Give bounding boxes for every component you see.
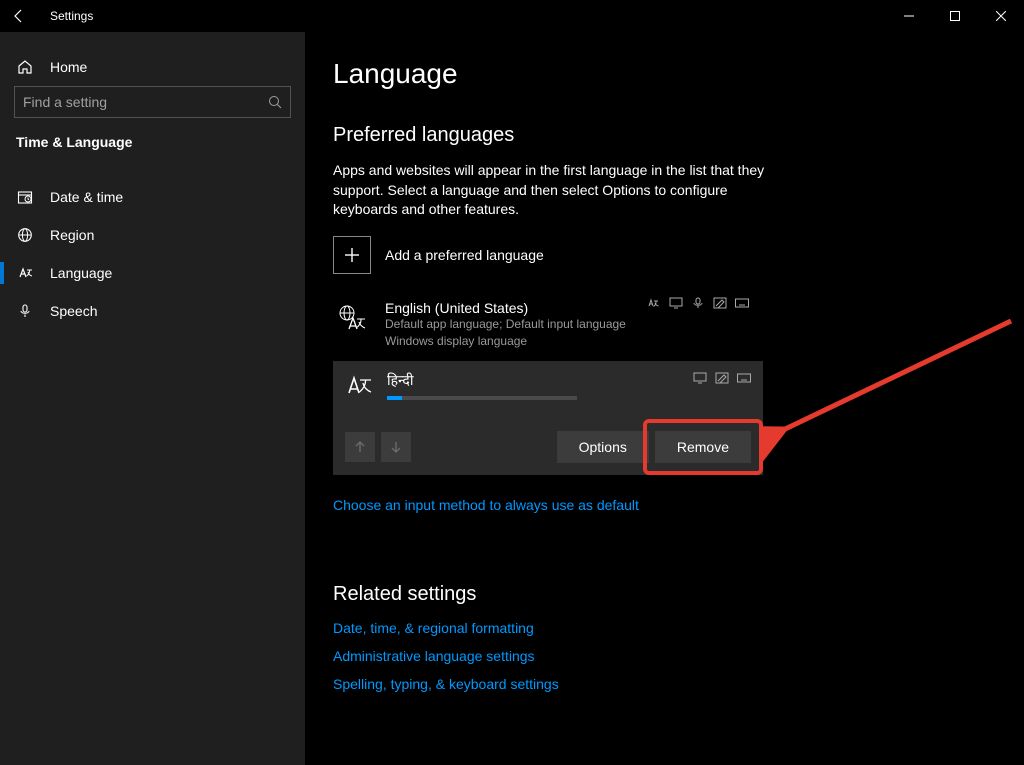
nav-category: Time & Language	[0, 126, 305, 166]
options-button[interactable]: Options	[557, 431, 649, 463]
home-icon	[16, 58, 34, 76]
speech-icon	[691, 296, 705, 308]
page-title: Language	[333, 58, 1024, 90]
content: Language Preferred languages Apps and we…	[305, 32, 1024, 765]
microphone-icon	[16, 302, 34, 320]
download-progress	[387, 396, 577, 400]
nav-speech[interactable]: Speech	[0, 292, 305, 330]
preferred-heading: Preferred languages	[333, 124, 1024, 147]
globe-icon	[16, 226, 34, 244]
nav-item-label: Region	[50, 227, 94, 243]
language-row-english[interactable]: English (United States) Default app lang…	[333, 294, 753, 356]
nav-home-label: Home	[50, 59, 87, 75]
language-char-icon	[345, 371, 375, 401]
nav-region[interactable]: Region	[0, 216, 305, 254]
keyboard-icon	[737, 371, 751, 383]
search-icon	[268, 95, 282, 109]
keyboard-icon	[735, 296, 749, 308]
maximize-button[interactable]	[932, 0, 978, 32]
close-button[interactable]	[978, 0, 1024, 32]
language-row-hindi[interactable]: हिन्दी Options Remove	[333, 361, 763, 475]
related-link-spelling[interactable]: Spelling, typing, & keyboard settings	[333, 676, 559, 692]
language-icon	[16, 264, 34, 282]
language-globe-icon	[333, 300, 371, 338]
language-sub2: Windows display language	[385, 333, 753, 350]
display-icon	[693, 371, 707, 383]
nav-item-label: Language	[50, 265, 112, 281]
add-language-label: Add a preferred language	[385, 247, 544, 263]
add-language-row[interactable]: Add a preferred language	[333, 236, 1024, 274]
minimize-button[interactable]	[886, 0, 932, 32]
nav-date-time[interactable]: Date & time	[0, 178, 305, 216]
input-method-link[interactable]: Choose an input method to always use as …	[333, 497, 639, 513]
nav-language[interactable]: Language	[0, 254, 305, 292]
handwriting-icon	[713, 296, 727, 308]
text-to-speech-icon	[647, 296, 661, 308]
nav-item-label: Speech	[50, 303, 97, 319]
language-sub1: Default app language; Default input lang…	[385, 316, 753, 333]
window-title: Settings	[50, 9, 93, 23]
search-input[interactable]	[23, 94, 268, 110]
handwriting-icon	[715, 371, 729, 383]
remove-button[interactable]: Remove	[655, 431, 751, 463]
related-link-admin[interactable]: Administrative language settings	[333, 648, 535, 664]
calendar-clock-icon	[16, 188, 34, 206]
move-down-button[interactable]	[381, 432, 411, 462]
window-controls	[886, 0, 1024, 32]
plus-icon	[333, 236, 371, 274]
display-icon	[669, 296, 683, 308]
back-button[interactable]	[8, 5, 30, 27]
related-heading: Related settings	[333, 583, 1024, 606]
nav-home[interactable]: Home	[0, 48, 305, 86]
search-box[interactable]	[14, 86, 291, 118]
titlebar: Settings	[0, 0, 1024, 32]
nav-item-label: Date & time	[50, 189, 123, 205]
sidebar: Home Time & Language Date & time	[0, 32, 305, 765]
language-feature-badges	[693, 371, 751, 383]
language-feature-badges	[647, 296, 749, 308]
related-link-date[interactable]: Date, time, & regional formatting	[333, 620, 534, 636]
preferred-desc: Apps and websites will appear in the fir…	[333, 161, 773, 220]
move-up-button[interactable]	[345, 432, 375, 462]
